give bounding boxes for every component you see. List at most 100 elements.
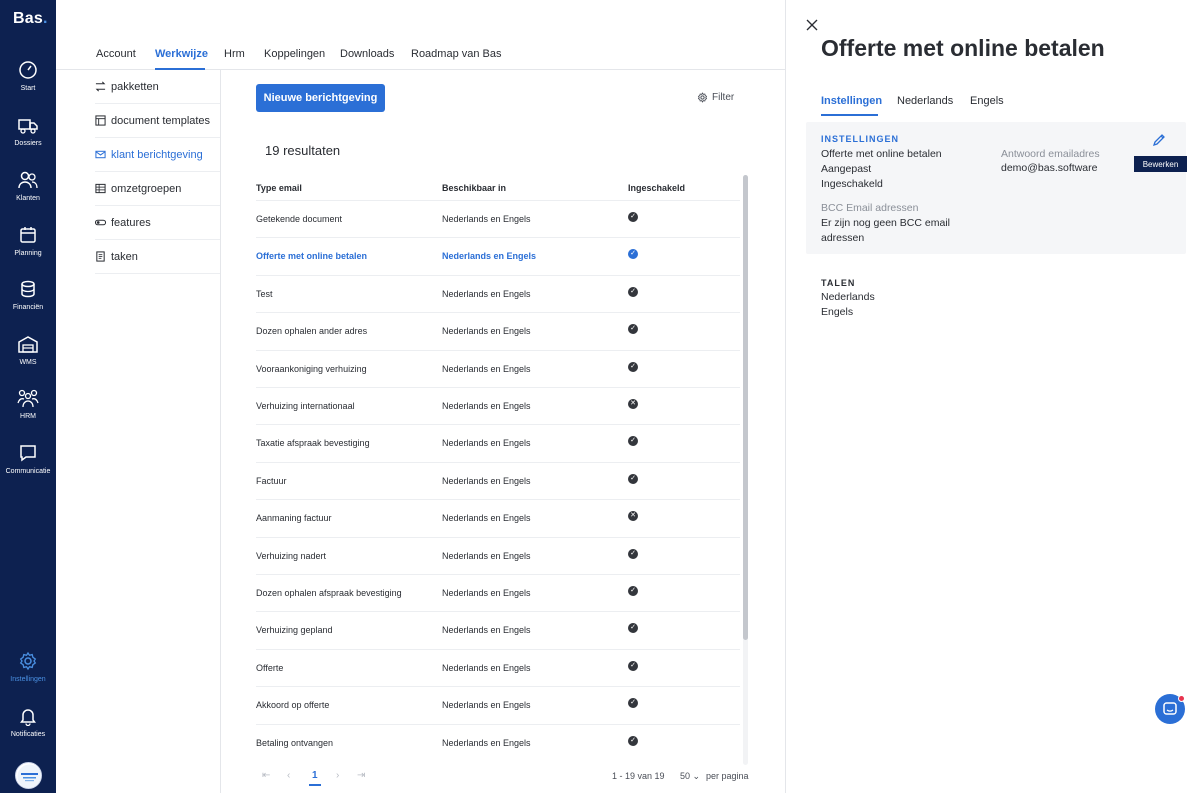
unread-indicator bbox=[1178, 695, 1185, 702]
cell-type-email: Offerte met online betalen bbox=[256, 251, 368, 262]
check-icon: ✓ bbox=[628, 436, 638, 447]
calendar-icon bbox=[20, 227, 36, 243]
truck-icon bbox=[18, 119, 38, 134]
next-page-button[interactable]: › bbox=[336, 770, 339, 781]
cell-type-email: Dozen ophalen afspraak bevestiging bbox=[256, 588, 402, 598]
prev-page-button[interactable]: ‹ bbox=[287, 770, 290, 781]
cell-available-in: Nederlands en Engels bbox=[442, 737, 531, 748]
edit-button[interactable]: Bewerken bbox=[1134, 156, 1187, 172]
setting-status-customized: Aangepast bbox=[821, 163, 872, 175]
reply-email-label: Antwoord emailadres bbox=[1001, 148, 1100, 160]
chat-launcher-button[interactable] bbox=[1155, 694, 1185, 724]
table-row[interactable]: Dozen ophalen ander adres Nederlands en E… bbox=[256, 312, 740, 349]
filter-button[interactable]: Filter bbox=[697, 92, 734, 103]
nav-planning[interactable]: Planning bbox=[0, 225, 56, 257]
nav-wms[interactable]: WMS bbox=[0, 334, 56, 366]
table-row[interactable]: Aanmaning factuur Nederlands en Engels ✕ bbox=[256, 499, 740, 536]
tab-engels[interactable]: Engels bbox=[970, 95, 1004, 107]
cell-available-in: Nederlands en Engels bbox=[442, 475, 531, 486]
column-beschikbaar-in[interactable]: Beschikbaar in bbox=[442, 183, 506, 193]
subnav-pakketten[interactable]: pakketten bbox=[95, 70, 220, 104]
check-icon: ✓ bbox=[628, 735, 638, 746]
table-row[interactable]: Taxatie afspraak bevestiging Nederlands e… bbox=[256, 424, 740, 461]
table-row[interactable]: Getekende document Nederlands en Engels ✓ bbox=[256, 200, 740, 237]
tab-hrm[interactable]: Hrm bbox=[224, 48, 245, 60]
warehouse-icon bbox=[18, 336, 38, 353]
nav-financien[interactable]: Financiën bbox=[0, 279, 56, 311]
table-row[interactable]: Betaling ontvangen Nederlands en Engels ✓ bbox=[256, 723, 740, 761]
cell-available-in: Nederlands en Engels bbox=[442, 700, 531, 711]
gear-icon bbox=[697, 92, 708, 103]
language-item: Nederlands bbox=[821, 291, 875, 303]
results-count: 19 resultaten bbox=[265, 143, 341, 158]
tab-koppelingen[interactable]: Koppelingen bbox=[264, 48, 325, 60]
nav-hrm[interactable]: HRM bbox=[0, 388, 56, 420]
check-icon: ✓ bbox=[628, 660, 638, 671]
subnav-omzetgroepen[interactable]: omzetgroepen bbox=[95, 172, 220, 206]
nav-dossiers[interactable]: Dossiers bbox=[0, 115, 56, 147]
detail-panel: Offerte met online betalen Instellingen … bbox=[785, 0, 1200, 793]
per-page-select[interactable]: 50 ⌄ bbox=[680, 771, 700, 782]
cell-type-email: Taxatie afspraak bevestiging bbox=[256, 438, 370, 449]
close-icon[interactable] bbox=[806, 19, 818, 31]
new-notification-button[interactable]: Nieuwe berichtgeving bbox=[256, 84, 385, 112]
cell-available-in: Nederlands en Engels bbox=[442, 401, 531, 411]
table-row[interactable]: Verhuizing nadert Nederlands en Engels ✓ bbox=[256, 536, 740, 574]
cell-type-email: Dozen ophalen ander adres bbox=[256, 326, 368, 337]
bcc-value-line1: Er zijn nog geen BCC email bbox=[821, 217, 950, 229]
panel-title: Offerte met online betalen bbox=[821, 35, 1105, 61]
subnav-taken[interactable]: taken bbox=[95, 240, 220, 274]
tab-nederlands[interactable]: Nederlands bbox=[897, 95, 953, 107]
active-panel-tab-indicator bbox=[821, 114, 878, 116]
tab-roadmap[interactable]: Roadmap van Bas bbox=[411, 48, 502, 60]
pencil-icon[interactable] bbox=[1152, 133, 1166, 147]
subnav-document-templates[interactable]: document templates bbox=[95, 104, 220, 138]
table-row[interactable]: Offerte Nederlands en Engels ✓ bbox=[256, 648, 740, 686]
scrollbar-thumb[interactable] bbox=[743, 175, 748, 640]
check-icon: ✓ bbox=[628, 623, 638, 634]
subnav-features[interactable]: features bbox=[95, 206, 220, 240]
grid-icon bbox=[95, 183, 106, 194]
left-navigation: Bas. Start Dossiers Klanten Planning Fin… bbox=[0, 0, 56, 793]
language-item: Engels bbox=[821, 306, 854, 318]
bas-logo[interactable]: Bas. bbox=[13, 10, 48, 28]
cell-type-email: Test bbox=[256, 288, 273, 299]
setting-name: Offerte met online betalen bbox=[821, 148, 942, 160]
nav-start[interactable]: Start bbox=[0, 60, 56, 92]
table-row[interactable]: Verhuizing internationaal Nederlands en E… bbox=[256, 387, 740, 424]
tab-werkwijze[interactable]: Werkwijze bbox=[155, 48, 208, 60]
last-page-button[interactable]: ⇥ bbox=[357, 770, 365, 781]
gear-icon bbox=[19, 651, 37, 671]
nav-communicatie[interactable]: Communicatie bbox=[0, 443, 56, 475]
table-row[interactable]: Verhuizing gepland Nederlands en Engels ✓ bbox=[256, 611, 740, 648]
check-icon: ✓ bbox=[628, 473, 638, 484]
table-row[interactable]: Akkoord op offerte Nederlands en Engels ✓ bbox=[256, 686, 740, 723]
page-number[interactable]: 1 bbox=[312, 770, 318, 781]
avatar[interactable] bbox=[15, 762, 42, 789]
column-ingeschakeld[interactable]: Ingeschakeld bbox=[628, 183, 685, 193]
nav-notificaties[interactable]: Notificaties bbox=[0, 706, 56, 738]
check-icon: ✓ bbox=[628, 286, 638, 297]
subnav-klant-berichtgeving[interactable]: klant berichtgeving bbox=[95, 138, 220, 172]
cell-available-in: Nederlands en Engels bbox=[442, 513, 531, 524]
tab-downloads[interactable]: Downloads bbox=[340, 48, 394, 60]
first-page-button[interactable]: ⇤ bbox=[262, 770, 270, 781]
cell-type-email: Akkoord op offerte bbox=[256, 700, 330, 711]
cell-available-in: Nederlands en Engels bbox=[442, 288, 531, 299]
table-header: Type email Beschikbaar in Ingeschakeld bbox=[256, 183, 740, 201]
tab-instellingen[interactable]: Instellingen bbox=[821, 95, 882, 107]
check-icon: ✓ bbox=[628, 698, 638, 709]
table-row[interactable]: Dozen ophalen afspraak bevestiging Nederl… bbox=[256, 574, 740, 611]
table-row[interactable]: Factuur Nederlands en Engels ✓ bbox=[256, 461, 740, 499]
column-type-email[interactable]: Type email bbox=[256, 183, 302, 193]
table-row[interactable]: Vooraankoniging verhuizing Nederlands en … bbox=[256, 349, 740, 387]
table-row[interactable]: Test Nederlands en Engels ✓ bbox=[256, 274, 740, 312]
cross-icon: ✕ bbox=[628, 511, 638, 522]
check-icon: ✓ bbox=[628, 324, 638, 335]
tab-account[interactable]: Account bbox=[96, 48, 136, 60]
table-row[interactable]: Offerte met online betalen Nederlands en … bbox=[256, 237, 740, 274]
cell-available-in: Nederlands en Engels bbox=[442, 438, 531, 449]
panel-tabs: Instellingen Nederlands Engels bbox=[821, 95, 1181, 117]
nav-klanten[interactable]: Klanten bbox=[0, 170, 56, 202]
nav-instellingen[interactable]: Instellingen bbox=[0, 651, 56, 683]
